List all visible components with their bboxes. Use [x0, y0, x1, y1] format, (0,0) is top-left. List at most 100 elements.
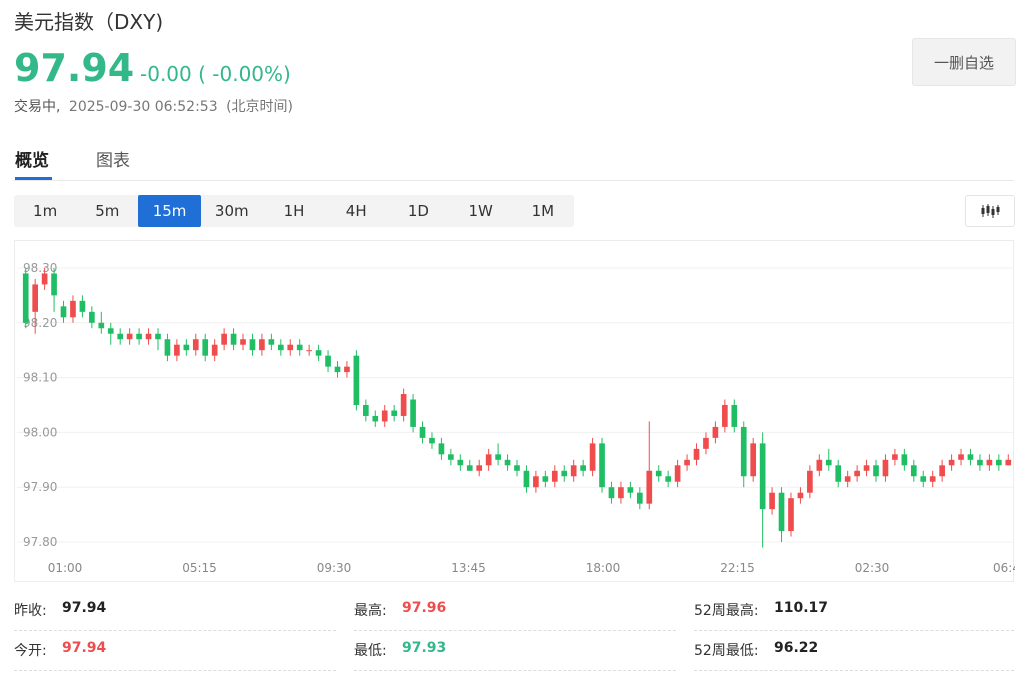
- candle-body: [797, 492, 804, 499]
- candle-body: [599, 443, 605, 488]
- prev-close-label: 昨收:: [14, 603, 47, 619]
- candle-body: [551, 470, 558, 482]
- candle-body: [523, 470, 530, 488]
- x-tick-label: 05:15: [182, 561, 217, 575]
- chart-type-button[interactable]: [965, 195, 1015, 227]
- candle-body: [722, 405, 728, 427]
- candle-body: [410, 399, 416, 427]
- period-1d-button[interactable]: 1D: [387, 195, 449, 227]
- candle-body: [145, 333, 152, 340]
- candle-body: [873, 465, 879, 477]
- candle-body: [287, 344, 294, 351]
- candle-body: [391, 410, 398, 416]
- candle-body: [107, 328, 114, 334]
- candle-body: [89, 311, 95, 323]
- x-tick-label: 22:15: [720, 561, 755, 575]
- y-tick-label: 98.10: [23, 371, 57, 385]
- y-tick-label: 98.30: [23, 261, 57, 275]
- candle-body: [750, 443, 757, 477]
- candle-body: [211, 344, 218, 356]
- x-tick-label: 09:30: [317, 561, 352, 575]
- y-tick-label: 98.00: [23, 425, 57, 439]
- candle-body: [192, 339, 199, 351]
- week52-low-label: 52周最低:: [694, 643, 759, 659]
- candle-body: [79, 300, 86, 312]
- period-1m-button[interactable]: 1m: [14, 195, 76, 227]
- prev-close-value: 97.94: [62, 600, 107, 616]
- candle-body: [627, 487, 634, 493]
- candle-body: [882, 459, 889, 477]
- trading-status: 交易中, 2025-09-30 06:52:53 (北京时间): [14, 96, 293, 116]
- x-tick-label: 01:00: [48, 561, 83, 575]
- x-tick-label: 13:45: [451, 561, 486, 575]
- low-row: 最低: 97.93: [354, 630, 676, 671]
- candle-body: [296, 344, 303, 351]
- period-15m-button[interactable]: 15m: [138, 195, 201, 227]
- low-label: 最低:: [354, 643, 387, 659]
- candle-body: [807, 470, 813, 493]
- candle-body: [32, 284, 39, 312]
- candle-body: [646, 470, 653, 504]
- candle-body: [277, 344, 284, 351]
- period-1w-button[interactable]: 1W: [450, 195, 512, 227]
- candle-body: [901, 454, 908, 466]
- candlestick-icon: [981, 204, 1000, 218]
- prev-close-row: 昨收: 97.94: [14, 590, 336, 631]
- candle-body: [22, 273, 29, 323]
- candle-body: [759, 443, 766, 510]
- candle-body: [98, 322, 105, 329]
- candle-body: [816, 459, 823, 471]
- candle-body: [485, 454, 492, 466]
- candle-body: [438, 443, 445, 455]
- candle-body: [372, 415, 379, 422]
- candle-body: [589, 443, 596, 471]
- candle-body: [429, 437, 435, 444]
- candle-body: [514, 465, 520, 471]
- candle-body: [655, 470, 662, 477]
- page-title: 美元指数（DXY): [14, 10, 164, 34]
- candle-body: [977, 459, 983, 466]
- period-5m-button[interactable]: 5m: [76, 195, 138, 227]
- high-row: 最高: 97.96: [354, 590, 676, 631]
- week52-high-value: 110.17: [774, 600, 829, 616]
- status-text: 交易中,: [14, 99, 61, 115]
- candle-body: [315, 350, 322, 356]
- candle-body: [636, 492, 643, 504]
- candle-body: [920, 476, 927, 482]
- open-label: 今开:: [14, 643, 47, 659]
- candle-body: [136, 333, 142, 340]
- candle-body: [835, 465, 842, 482]
- timezone-label: (北京时间): [226, 99, 293, 115]
- period-1mo-button[interactable]: 1M: [512, 195, 574, 227]
- active-tab-indicator: [15, 177, 52, 180]
- candle-body: [825, 459, 832, 466]
- candle-body: [854, 470, 860, 477]
- period-30m-button[interactable]: 30m: [201, 195, 263, 227]
- candle-body: [381, 410, 388, 422]
- week52-high-row: 52周最高: 110.17: [694, 590, 1014, 631]
- candle-body: [967, 454, 974, 460]
- candle-body: [948, 459, 955, 466]
- remove-watchlist-button[interactable]: 一删自选: [912, 38, 1016, 86]
- period-4h-button[interactable]: 4H: [325, 195, 387, 227]
- candle-body: [457, 459, 464, 466]
- high-value: 97.96: [402, 600, 447, 616]
- tab-chart[interactable]: 图表: [96, 146, 130, 171]
- candle-body: [892, 454, 898, 460]
- candlestick-chart: 98.3098.2098.1098.0097.9097.8001:00 05:15…: [17, 261, 1015, 575]
- current-price: 97.94: [14, 46, 135, 90]
- candle-body: [618, 487, 624, 499]
- week52-low-value: 96.22: [774, 640, 819, 656]
- candle-body: [1005, 459, 1012, 466]
- candle-body: [580, 465, 586, 471]
- candle-body: [533, 476, 539, 488]
- y-tick-label: 97.80: [23, 535, 57, 549]
- candle-body: [249, 339, 256, 351]
- tab-overview[interactable]: 概览: [15, 146, 49, 171]
- candle-body: [863, 465, 870, 471]
- period-1h-button[interactable]: 1H: [263, 195, 325, 227]
- candle-body: [202, 339, 209, 356]
- price-change: -0.00 ( -0.00%): [140, 62, 291, 86]
- price-chart[interactable]: 98.30 98.20 98.10 98.00 97.90 97.80 01:00 05:15…: [14, 240, 1015, 582]
- candle-body: [325, 355, 331, 367]
